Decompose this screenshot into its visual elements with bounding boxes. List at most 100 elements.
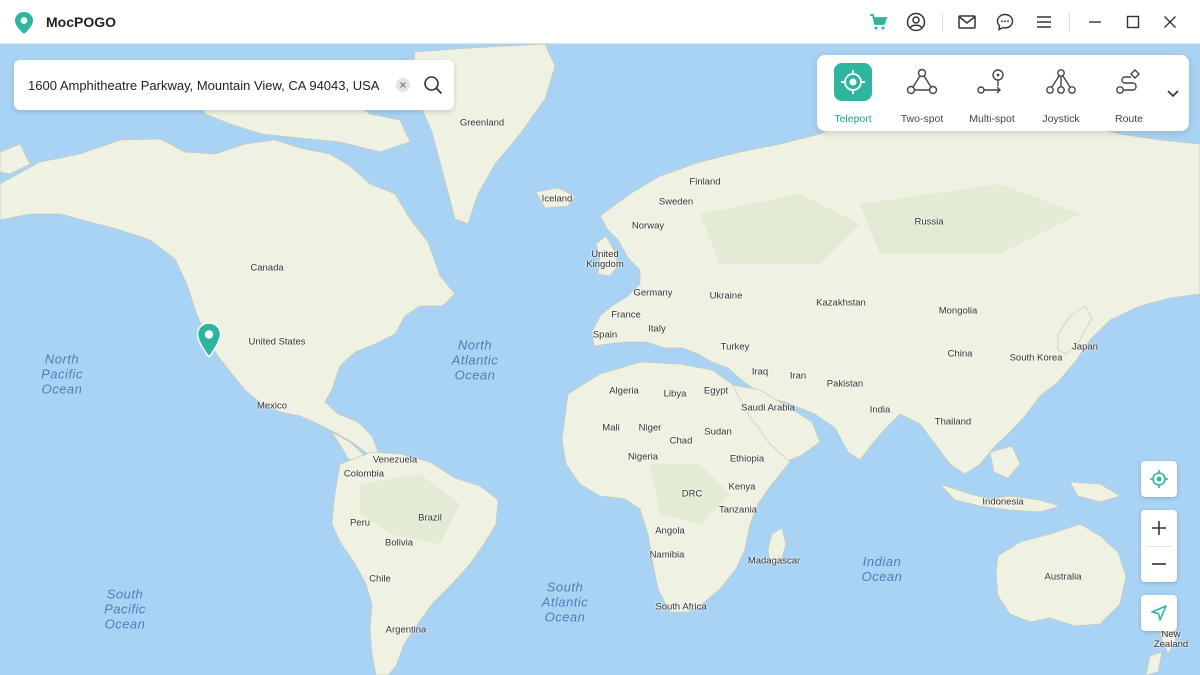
map-label: Iraq <box>751 366 769 378</box>
mode-label: Joystick <box>1042 113 1080 125</box>
map-label: China <box>947 348 973 360</box>
map-label: Chad <box>669 435 693 447</box>
search-input[interactable] <box>28 74 390 96</box>
route-icon <box>1110 63 1148 101</box>
locate-icon <box>1150 470 1168 488</box>
map-label: Sudan <box>704 426 732 438</box>
mode-label: Two-spot <box>900 113 944 125</box>
map-label: Russia <box>914 216 944 228</box>
map-label: Angola <box>655 525 685 537</box>
zoom-out-icon <box>1152 563 1166 565</box>
mode-multi-spot[interactable]: Multi-spot <box>962 63 1022 125</box>
map-label: Kazakhstan <box>816 297 866 309</box>
map-label: Egypt <box>703 385 729 397</box>
map-label: Venezuela <box>372 454 418 466</box>
map-label: Indonesia <box>982 496 1024 508</box>
toolbar-divider <box>1069 12 1070 32</box>
map-label: Sweden <box>658 196 694 208</box>
close-icon[interactable] <box>1160 12 1180 32</box>
map-label: Libya <box>663 388 687 400</box>
title-bar: MocPOGO <box>0 0 1200 44</box>
mode-label: Route <box>1114 113 1144 125</box>
map-label: Peru <box>349 517 371 529</box>
map-label: South Africa <box>655 601 707 613</box>
mode-joystick[interactable]: Joystick <box>1031 63 1091 125</box>
navigate-button[interactable] <box>1141 595 1177 631</box>
mode-teleport[interactable]: Teleport <box>823 63 883 125</box>
map-label: United States <box>248 336 306 348</box>
map-label: Argentina <box>385 624 427 636</box>
map-label: Algeria <box>609 385 639 397</box>
map-label: Greenland <box>459 117 505 129</box>
map-label: Mali <box>602 422 620 434</box>
mode-panel: Teleport Two-spot Multi-spot Joystick Ro… <box>817 55 1189 131</box>
map-label: Colombia <box>343 468 385 480</box>
map-label: Spain <box>592 329 618 341</box>
map-label: South Korea <box>1009 352 1063 364</box>
joystick-icon <box>1042 63 1080 101</box>
toolbar-divider <box>942 12 943 32</box>
cart-icon[interactable] <box>868 12 888 32</box>
map-label: France <box>611 309 641 321</box>
map-label: Canada <box>250 262 284 274</box>
ocean-label-north-atlantic: North Atlantic Ocean <box>451 337 499 383</box>
zoom-in-button[interactable] <box>1141 510 1177 546</box>
map-label: Kenya <box>728 481 756 493</box>
mail-icon[interactable] <box>957 12 977 32</box>
mode-label: Multi-spot <box>969 113 1015 125</box>
map-label: Japan <box>1072 341 1098 353</box>
teleport-icon <box>834 63 872 101</box>
map-label: Bolivia <box>385 537 413 549</box>
menu-icon[interactable] <box>1034 12 1054 32</box>
ocean-label-south-pacific: South Pacific Ocean <box>104 586 146 632</box>
two-spot-icon <box>903 63 941 101</box>
map-label: Norway <box>631 220 665 232</box>
map-label: Pakistan <box>826 378 864 390</box>
map-label: DRC <box>681 488 703 500</box>
chevron-down-icon[interactable] <box>1165 85 1181 101</box>
map-label: Germany <box>633 287 673 299</box>
map-label: Nigeria <box>627 451 659 463</box>
map-label: India <box>869 404 891 416</box>
map-label: Saudi Arabia <box>741 402 795 414</box>
zoom-controls <box>1141 510 1177 582</box>
world-map[interactable]: Greenland Iceland Finland Sweden Norway … <box>0 44 1200 675</box>
feedback-icon[interactable] <box>995 12 1015 32</box>
zoom-in-icon <box>1152 521 1166 535</box>
map-label: Australia <box>1044 571 1082 583</box>
app-title: MocPOGO <box>46 14 117 30</box>
ocean-label-indian: Indian Ocean <box>861 554 903 584</box>
minimize-icon[interactable] <box>1085 12 1105 32</box>
search-box <box>14 60 454 110</box>
map-label: United Kingdom <box>586 249 624 270</box>
map-label: Iran <box>789 370 807 382</box>
map-label: Mongolia <box>938 305 978 317</box>
map-label: Thailand <box>934 416 972 428</box>
location-pin-icon[interactable] <box>196 322 222 358</box>
map-label: Ethiopia <box>729 453 765 465</box>
map-label: Italy <box>648 323 666 335</box>
map-label: Namibia <box>649 549 685 561</box>
map-label: New Zealand <box>1153 629 1189 650</box>
app-logo-icon <box>15 12 33 34</box>
ocean-label-north-pacific: North Pacific Ocean <box>41 351 83 397</box>
ocean-label-south-atlantic: South Atlantic Ocean <box>541 579 589 625</box>
map-label: Mexico <box>256 400 288 412</box>
zoom-out-button[interactable] <box>1141 546 1177 582</box>
map-label: Iceland <box>541 193 573 205</box>
account-icon[interactable] <box>906 12 926 32</box>
clear-icon[interactable] <box>396 78 410 92</box>
map-label: Finland <box>689 176 721 188</box>
map-label: Madagascar <box>747 555 801 567</box>
map-label: Brazil <box>418 512 442 524</box>
map-label: Tanzania <box>718 504 758 516</box>
map-label: Ukraine <box>709 290 743 302</box>
search-icon[interactable] <box>422 74 444 96</box>
mode-two-spot[interactable]: Two-spot <box>892 63 952 125</box>
navigate-icon <box>1151 605 1167 621</box>
locate-button[interactable] <box>1141 461 1177 497</box>
mode-route[interactable]: Route <box>1099 63 1159 125</box>
maximize-icon[interactable] <box>1123 12 1143 32</box>
multi-spot-icon <box>973 63 1011 101</box>
mode-label: Teleport <box>834 113 872 125</box>
